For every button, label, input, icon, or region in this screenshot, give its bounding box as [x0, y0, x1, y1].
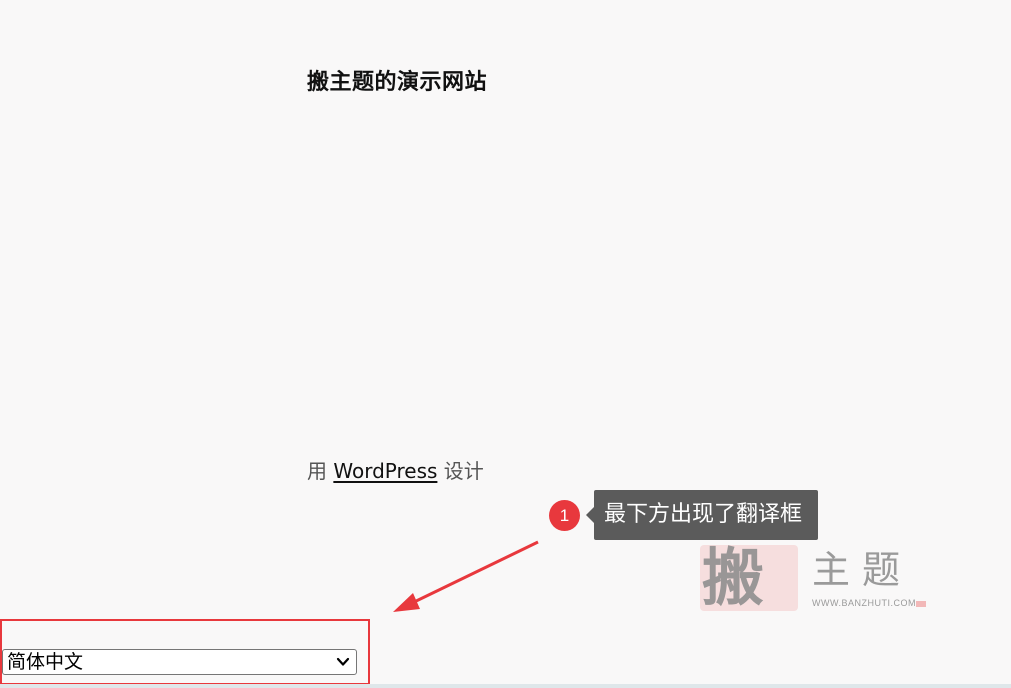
watermark-chars: 主题: [812, 548, 913, 592]
language-select[interactable]: 简体中文: [2, 649, 357, 675]
chevron-down-icon: [336, 657, 350, 666]
footer-credit-suffix: 设计: [443, 459, 484, 483]
watermark-logo: 搬 主题 WWW.BANZHUTI.COM: [700, 541, 930, 615]
wordpress-link[interactable]: WordPress: [333, 459, 437, 483]
footer-credit: 用 WordPress 设计: [307, 455, 484, 484]
language-select-value: 简体中文: [7, 651, 84, 673]
watermark-url: WWW.BANZHUTI.COM: [812, 598, 916, 608]
annotation-number-badge: 1: [549, 500, 580, 531]
annotation-callout: 最下方出现了翻译框: [585, 490, 819, 540]
site-title[interactable]: 搬主题的演示网站: [307, 64, 487, 96]
watermark-big-char: 搬: [702, 541, 765, 614]
watermark-dot: [916, 601, 926, 607]
bottom-strip: [0, 684, 1011, 688]
footer-credit-prefix: 用: [307, 459, 327, 483]
